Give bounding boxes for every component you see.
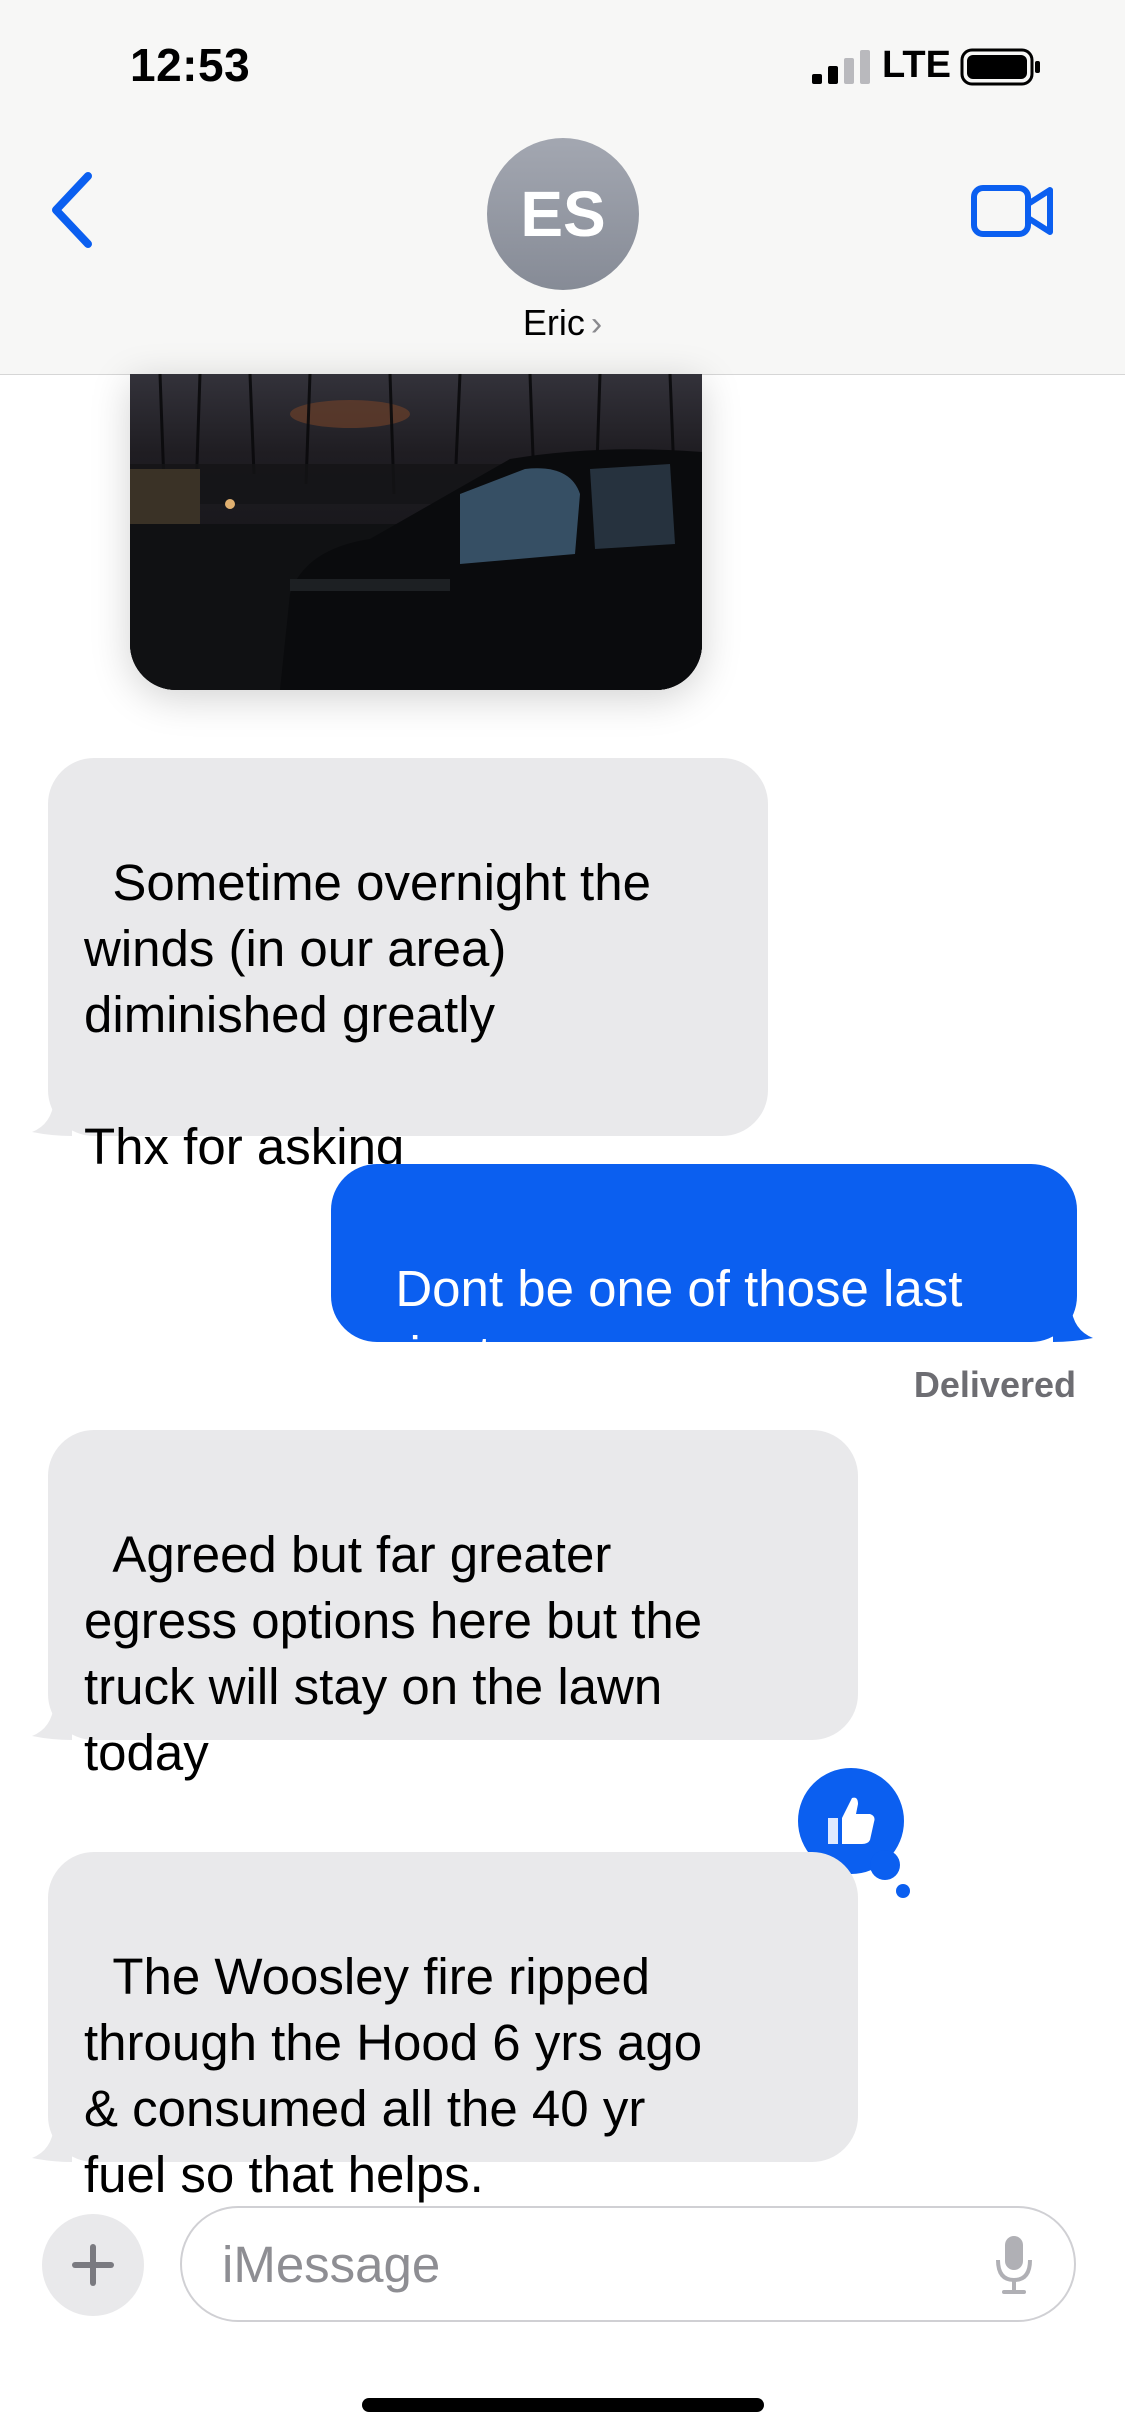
message-text: The Woosley fire ripped through the Hood… — [84, 1948, 703, 2203]
message-text: Agreed but far greater egress options he… — [84, 1526, 703, 1781]
message-text: Dont be one of those last minute evacuee… — [367, 1260, 963, 1383]
bubble-tail — [1053, 1306, 1093, 1342]
photo-image — [130, 374, 702, 690]
signal-strength-icon — [812, 50, 870, 84]
microphone-icon[interactable] — [994, 2234, 1034, 2296]
home-indicator[interactable] — [362, 2398, 764, 2412]
conversation-header: ES Eric › — [0, 130, 1125, 375]
thumbs-up-icon — [828, 1797, 875, 1844]
chevron-right-icon: › — [590, 305, 603, 343]
contact-name-button[interactable]: Eric › — [0, 302, 1125, 344]
status-bar: 12:53 LTE — [0, 0, 1125, 130]
message-input-container[interactable] — [180, 2206, 1076, 2322]
sent-message-bubble[interactable]: Dont be one of those last minute evacuee… — [331, 1164, 1093, 1383]
bubble-tail — [32, 1704, 72, 1740]
contact-name: Eric — [522, 302, 585, 343]
contact-avatar[interactable]: ES — [487, 138, 639, 290]
facetime-video-icon[interactable] — [970, 182, 1054, 240]
battery-icon — [960, 48, 1040, 86]
bubble-tail — [32, 2126, 72, 2162]
reaction-tail-dot — [870, 1850, 900, 1880]
received-message-bubble[interactable]: Agreed but far greater egress options he… — [32, 1430, 858, 1781]
reaction-tail-dot — [896, 1884, 910, 1898]
back-chevron-icon[interactable] — [48, 170, 98, 250]
received-message-bubble[interactable]: Sometime overnight the winds (in our are… — [32, 758, 768, 1175]
message-text: Sometime overnight the winds (in our are… — [84, 854, 651, 1175]
status-time: 12:53 — [130, 39, 251, 91]
network-type: LTE — [882, 44, 951, 86]
delivery-status: Delivered — [913, 1364, 1076, 1405]
message-input[interactable] — [220, 2230, 924, 2298]
plus-icon — [72, 2244, 114, 2286]
photo-attachment[interactable] — [130, 374, 702, 690]
bubble-tail — [32, 1100, 72, 1136]
received-message-bubble[interactable]: The Woosley fire ripped through the Hood… — [32, 1852, 858, 2203]
apps-plus-button[interactable] — [42, 2214, 144, 2316]
